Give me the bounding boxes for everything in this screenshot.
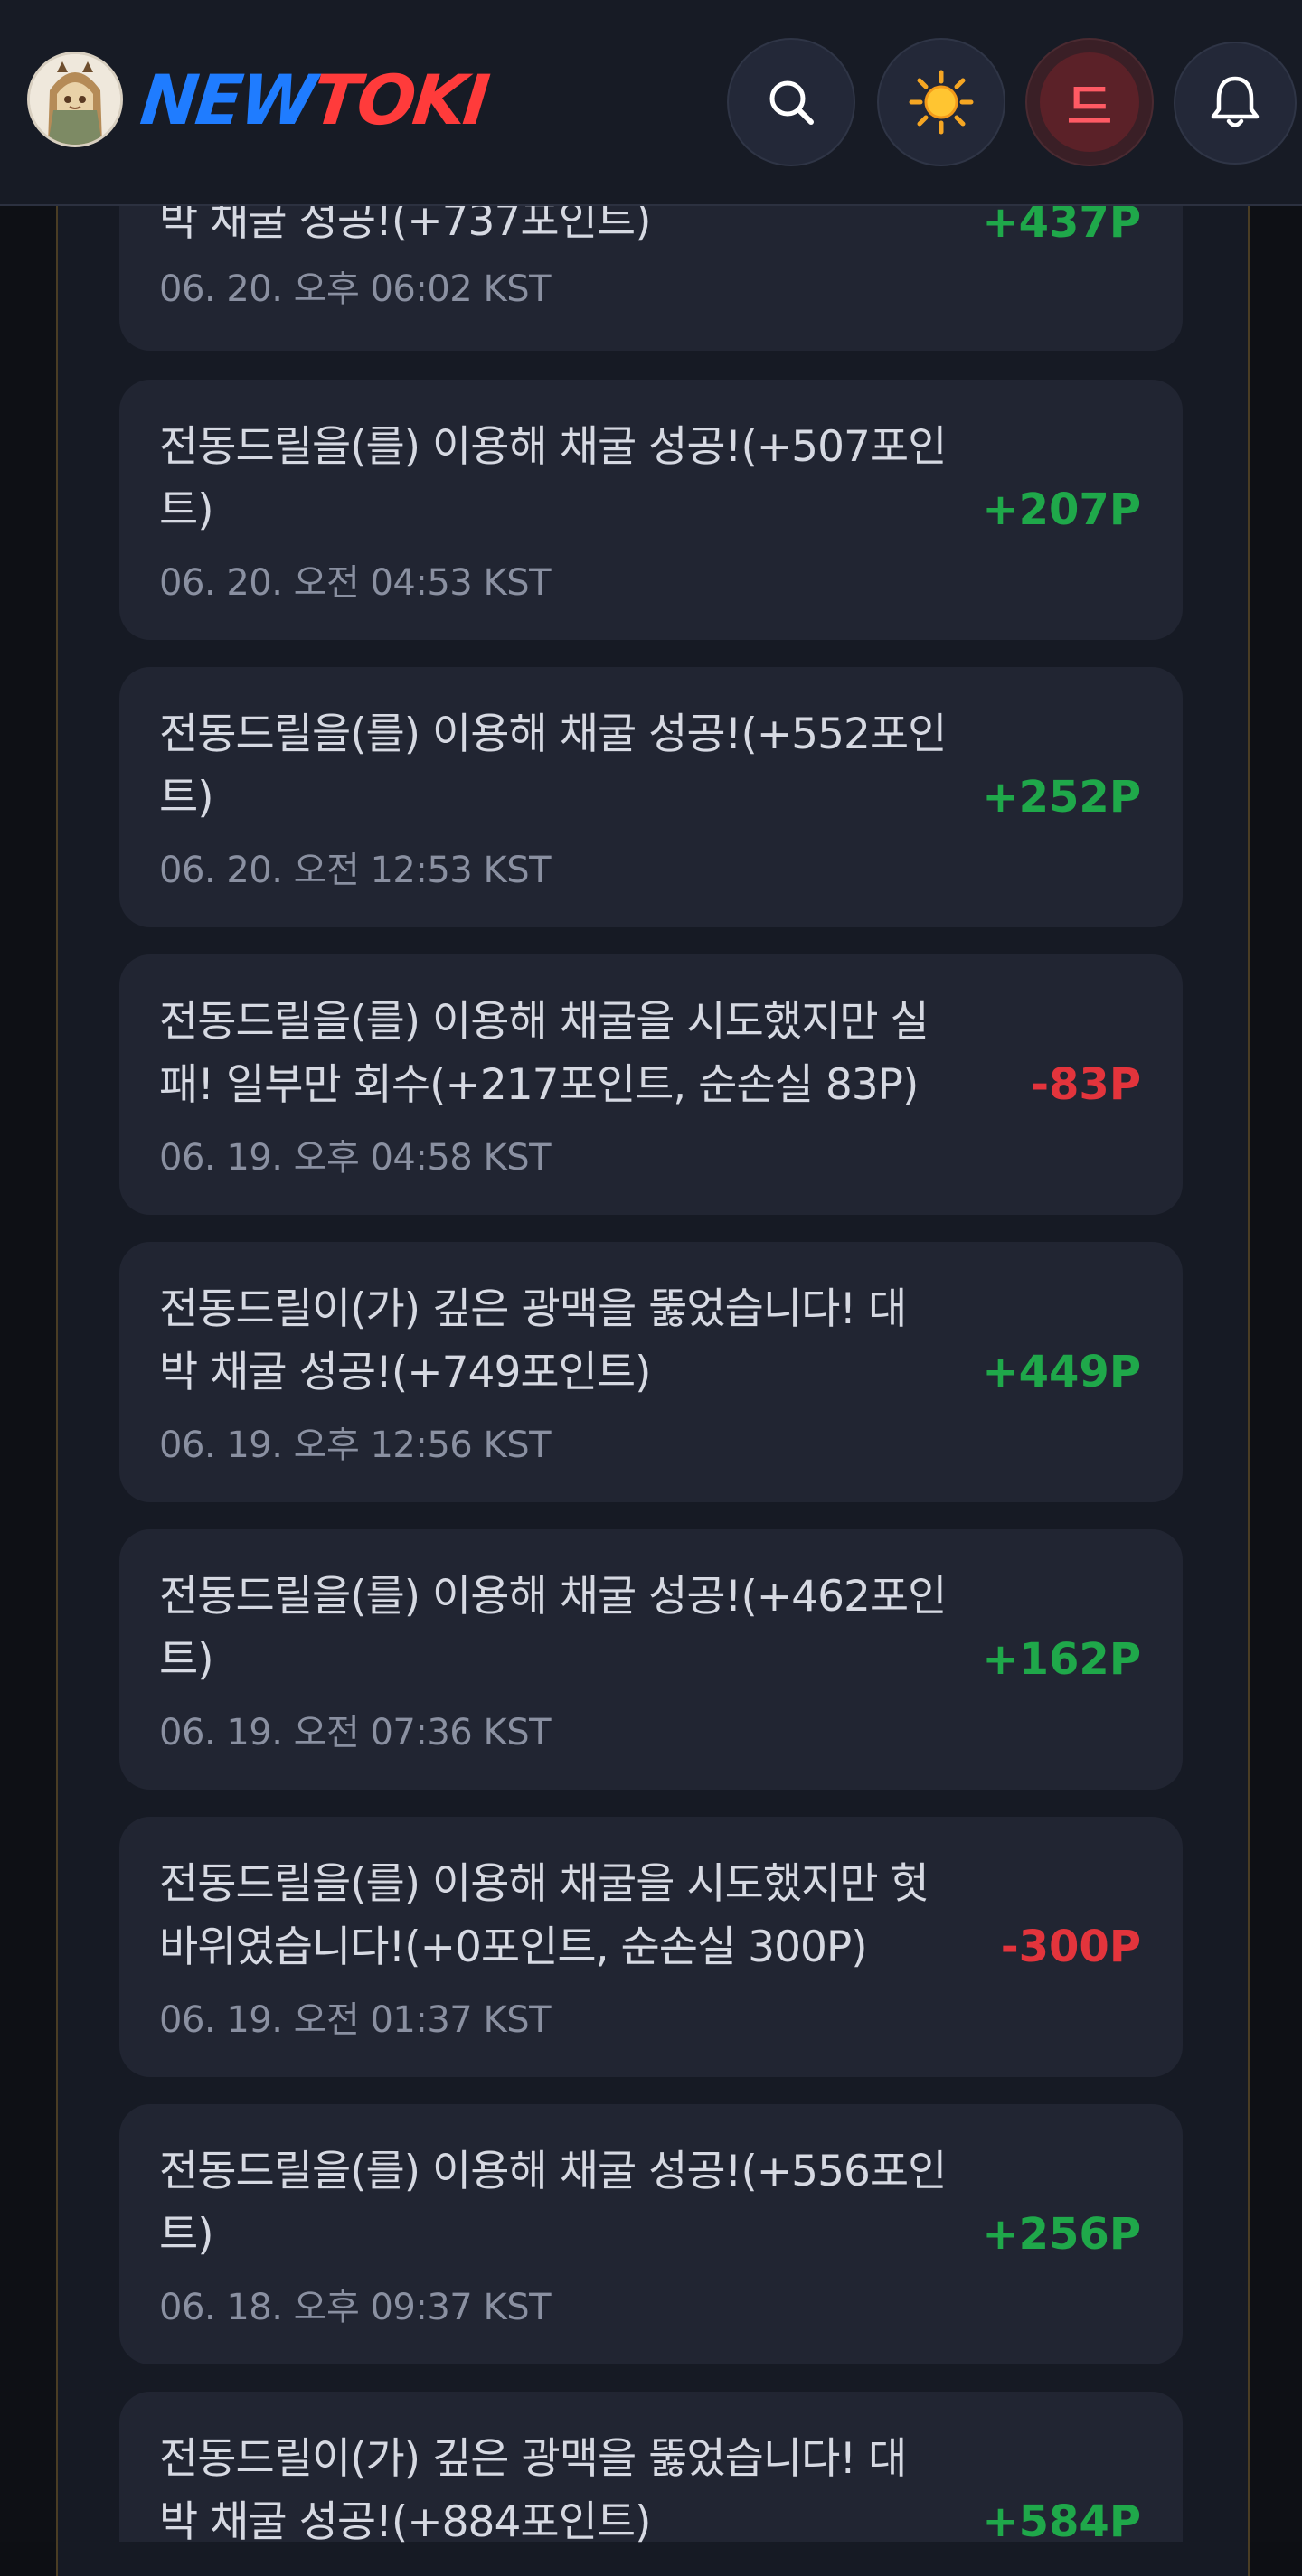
item-message-line: 박 채굴 성공!(+884포인트) — [159, 2497, 651, 2547]
item-timestamp: 06. 20. 오후 06:02 KST — [159, 268, 552, 310]
sun-icon — [909, 70, 974, 135]
item-message-line: 트) — [159, 773, 214, 823]
item-message-line: 전동드릴을(를) 이용해 채굴을 시도했지만 실 — [159, 997, 929, 1047]
bell-icon — [1211, 76, 1260, 127]
item-message-line: 전동드릴을(를) 이용해 채굴 성공!(+507포인 — [159, 422, 947, 472]
item-message: 전동드릴을(를) 이용해 채굴 성공!(+462포인 트) — [159, 1565, 1090, 1692]
top-header: NEWTOKI 드 — [0, 0, 1302, 206]
item-points: +256P — [982, 2209, 1141, 2260]
item-message-line: 전동드릴을(를) 이용해 채굴 성공!(+552포인 — [159, 710, 947, 759]
item-points: +449P — [982, 1347, 1141, 1397]
item-timestamp: 06. 18. 오후 09:37 KST — [159, 2287, 552, 2328]
list-item: 전동드릴을(를) 이용해 채굴 성공!(+556포인 트) 06. 18. 오후… — [119, 2104, 1183, 2364]
list-item: 전동드릴을(를) 이용해 채굴을 시도했지만 실 패! 일부만 회수(+217포… — [119, 954, 1183, 1215]
item-message-line: 바위였습니다!(+0포인트, 순손실 300P) — [159, 1923, 868, 1972]
item-message: 전동드릴을(를) 이용해 채굴 성공!(+552포인 트) — [159, 703, 1090, 830]
list-item: 전동드릴을(를) 이용해 채굴 성공!(+462포인 트) 06. 19. 오전… — [119, 1529, 1183, 1790]
item-points: +162P — [982, 1634, 1141, 1685]
user-badge: 드 — [1040, 52, 1139, 152]
user-profile-button[interactable]: 드 — [1025, 38, 1154, 166]
item-message-line: 전동드릴을(를) 이용해 채굴 성공!(+462포인 — [159, 1572, 947, 1622]
item-message: 전동드릴이(가) 깊은 광맥을 뚫었습니다! 대 박 채굴 성공!(+749포인… — [159, 1278, 1090, 1405]
item-message-line: 전동드릴을(를) 이용해 채굴 성공!(+556포인 — [159, 2147, 947, 2196]
item-message-line: 트) — [159, 2210, 214, 2260]
list-item: 전동드릴이(가) 깊은 광맥을 뚫었습니다! 대 박 채굴 성공!(+884포인… — [119, 2392, 1183, 2547]
notification-button[interactable] — [1174, 42, 1297, 165]
avatar-illustration-icon — [30, 54, 120, 145]
item-message-line: 박 채굴 성공!(+749포인트) — [159, 1348, 651, 1397]
item-points: -83P — [1031, 1059, 1141, 1110]
item-message-line: 전동드릴이(가) 깊은 광맥을 뚫었습니다! 대 — [159, 2434, 907, 2484]
list-item: 전동드릴을(를) 이용해 채굴 성공!(+552포인 트) 06. 20. 오전… — [119, 667, 1183, 927]
logo-avatar[interactable] — [30, 54, 120, 145]
item-points: -300P — [1000, 1922, 1141, 1972]
item-message: 전동드릴이(가) 깊은 광맥을 뚫었습니다! 대 박 채굴 성공!(+884포인… — [159, 2428, 1090, 2554]
search-icon — [769, 80, 814, 125]
item-message-line: 패! 일부만 회수(+217포인트, 순손실 83P) — [159, 1060, 919, 1110]
item-points: +207P — [982, 484, 1141, 535]
theme-toggle-button[interactable] — [877, 38, 1005, 166]
user-badge-initial: 드 — [1067, 78, 1112, 136]
item-points: +252P — [982, 772, 1141, 823]
item-timestamp: 06. 19. 오전 01:37 KST — [159, 1999, 552, 2041]
item-message: 전동드릴을(를) 이용해 채굴을 시도했지만 헛 바위였습니다!(+0포인트, … — [159, 1853, 1090, 1979]
list-item: 전동드릴을(를) 이용해 채굴 성공!(+507포인 트) 06. 20. 오전… — [119, 380, 1183, 640]
search-button[interactable] — [727, 38, 855, 166]
item-timestamp: 06. 19. 오후 04:58 KST — [159, 1137, 552, 1179]
logo-new-text: NEW — [137, 60, 318, 140]
item-message-line: 트) — [159, 485, 214, 535]
item-message-line: 트) — [159, 1635, 214, 1685]
item-message: 전동드릴을(를) 이용해 채굴 성공!(+507포인 트) — [159, 416, 1090, 542]
item-message: 전동드릴을(를) 이용해 채굴 성공!(+556포인 트) — [159, 2140, 1090, 2267]
site-logo[interactable]: NEWTOKI — [137, 60, 490, 141]
list-item: 전동드릴이(가) 깊은 광맥을 뚫었습니다! 대 박 채굴 성공!(+749포인… — [119, 1242, 1183, 1502]
item-timestamp: 06. 19. 오후 12:56 KST — [159, 1424, 552, 1466]
item-timestamp: 06. 19. 오전 07:36 KST — [159, 1712, 552, 1753]
item-timestamp: 06. 20. 오전 04:53 KST — [159, 562, 552, 604]
list-item: 전동드릴을(를) 이용해 채굴을 시도했지만 헛 바위였습니다!(+0포인트, … — [119, 1817, 1183, 2077]
item-points: +584P — [982, 2496, 1141, 2547]
item-message-line: 전동드릴을(를) 이용해 채굴을 시도했지만 헛 — [159, 1859, 929, 1909]
logo-toki-text: TOKI — [308, 60, 491, 140]
item-message-line: 전동드릴이(가) 깊은 광맥을 뚫었습니다! 대 — [159, 1284, 907, 1334]
item-timestamp: 06. 20. 오전 12:53 KST — [159, 850, 552, 891]
item-message: 전동드릴을(를) 이용해 채굴을 시도했지만 실 패! 일부만 회수(+217포… — [159, 991, 1090, 1117]
